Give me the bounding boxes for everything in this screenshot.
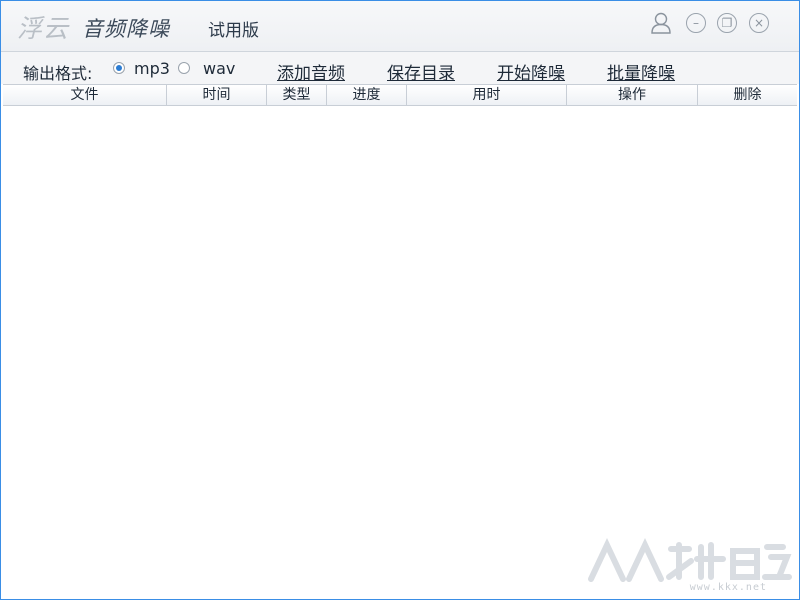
column-header-type[interactable]: 类型 xyxy=(267,85,327,105)
batch-denoise-link[interactable]: 批量降噪 xyxy=(607,59,675,84)
maximize-button[interactable]: ❐ xyxy=(717,13,737,33)
format-label-wav[interactable]: wav xyxy=(203,59,235,78)
minimize-button[interactable]: – xyxy=(686,13,706,33)
column-header-elapsed[interactable]: 用时 xyxy=(407,85,567,105)
file-table-header: 文件 时间 类型 进度 用时 操作 删除 xyxy=(3,84,797,106)
app-name: 音频降噪 xyxy=(82,17,170,41)
column-header-progress[interactable]: 进度 xyxy=(327,85,407,105)
app-logo: 浮云 xyxy=(17,14,70,43)
close-icon: × xyxy=(753,16,765,30)
close-button[interactable]: × xyxy=(749,13,769,33)
column-header-file[interactable]: 文件 xyxy=(3,85,167,105)
format-radio-mp3[interactable] xyxy=(113,62,125,74)
edition-label: 试用版 xyxy=(208,21,259,41)
watermark-url: www.kkx.net xyxy=(689,582,767,593)
column-header-time[interactable]: 时间 xyxy=(167,85,267,105)
start-denoise-link[interactable]: 开始降噪 xyxy=(497,59,565,84)
column-header-delete[interactable]: 删除 xyxy=(698,85,797,105)
add-audio-link[interactable]: 添加音频 xyxy=(277,59,345,84)
output-format-label: 输出格式: xyxy=(23,64,93,83)
user-icon[interactable] xyxy=(650,11,672,35)
app-window: 浮云 音频降噪 试用版 – ❐ × 输出格式: mp3 wav 添加音频 保存目… xyxy=(0,0,800,600)
file-table-body[interactable] xyxy=(3,106,797,596)
watermark-graphic xyxy=(588,537,792,582)
column-header-action[interactable]: 操作 xyxy=(567,85,698,105)
restore-icon: ❐ xyxy=(721,16,733,30)
format-label-mp3[interactable]: mp3 xyxy=(134,59,170,78)
format-radio-wav[interactable] xyxy=(178,62,190,74)
save-directory-link[interactable]: 保存目录 xyxy=(387,59,455,84)
toolbar: 输出格式: mp3 wav 添加音频 保存目录 开始降噪 批量降噪 xyxy=(1,52,799,84)
watermark-logo: www.kkx.net xyxy=(583,537,793,595)
title-bar: 浮云 音频降噪 试用版 – ❐ × xyxy=(1,1,799,51)
minimize-icon: – xyxy=(693,16,699,30)
